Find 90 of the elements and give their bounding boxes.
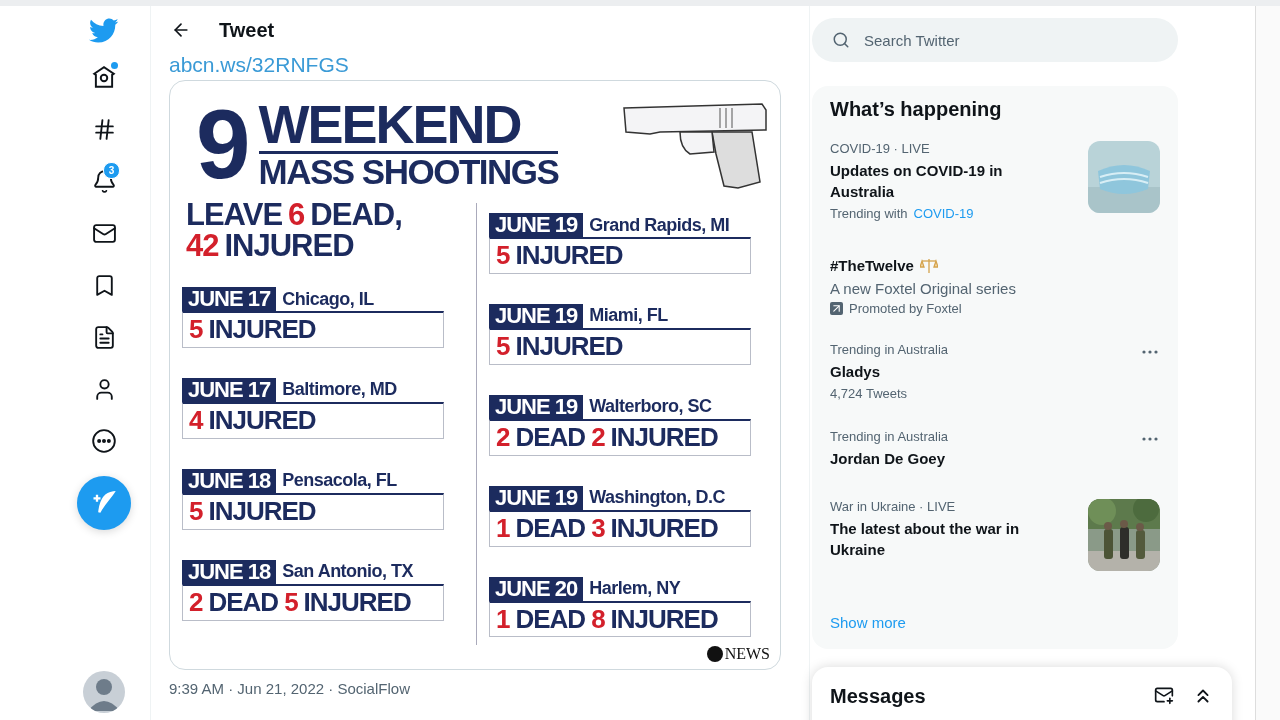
- date-label: JUNE 19: [489, 394, 584, 419]
- place-label: Harlem, NY: [589, 578, 681, 600]
- credit-label: NEWS: [724, 645, 770, 663]
- date-label: JUNE 19: [489, 213, 584, 237]
- page-title: Tweet: [219, 18, 275, 42]
- count-label: 5: [189, 315, 203, 345]
- summary-label: INJURED: [224, 230, 354, 261]
- trend-title[interactable]: Gladys: [830, 361, 949, 382]
- trend-title[interactable]: The latest about the war in Ukraine: [830, 518, 1060, 560]
- date-label: JUNE 19: [489, 485, 584, 510]
- count-label: 5: [284, 587, 298, 618]
- outcome-label: DEAD: [515, 513, 586, 544]
- place-label: Baltimore, MD: [282, 379, 397, 401]
- new-message-icon: [1154, 685, 1174, 705]
- trend-description: A new Foxtel Original series: [830, 280, 1016, 297]
- trend-context: Trending in Australia: [830, 342, 949, 357]
- date-label: JUNE 19: [489, 303, 584, 328]
- count-label: 2: [496, 422, 510, 453]
- place-label: Chicago, IL: [282, 288, 374, 310]
- outcome-label: INJURED: [208, 405, 316, 436]
- trend-title[interactable]: Jordan De Goey: [830, 448, 949, 469]
- trend-context: COVID-19 · LIVE: [830, 141, 931, 156]
- count-label: 1: [496, 604, 510, 635]
- place-label: Pensacola, FL: [282, 470, 397, 492]
- bird-logo[interactable]: [89, 18, 119, 44]
- more-button[interactable]: [1142, 350, 1158, 354]
- date-label: JUNE 17: [182, 377, 277, 402]
- compose-button[interactable]: [77, 476, 131, 530]
- date-label: JUNE 20: [489, 576, 584, 601]
- date-label: JUNE 18: [182, 468, 277, 493]
- search-input[interactable]: Search Twitter: [862, 30, 1065, 50]
- outcome-label: INJURED: [610, 422, 718, 453]
- place-label: Grand Rapids, MI: [589, 214, 730, 236]
- subheadline: MASS SHOOTINGS: [258, 151, 559, 191]
- count-label: 2: [189, 587, 203, 618]
- count-label: 5: [496, 331, 510, 362]
- count-label: 3: [591, 513, 605, 544]
- headline-number: 9: [196, 95, 247, 193]
- ellipsis-icon: [1142, 350, 1158, 354]
- scrollbar[interactable]: [1255, 6, 1280, 720]
- outcome-label: INJURED: [515, 241, 623, 271]
- outcome-label: INJURED: [610, 604, 718, 635]
- trend-title[interactable]: #TheTwelve: [830, 255, 914, 276]
- network-logo: [706, 646, 723, 662]
- trend-context: War in Ukraine · LIVE: [830, 499, 957, 514]
- count-label: 5: [189, 496, 203, 527]
- count-label: 6: [288, 199, 305, 230]
- place-label: Miami, FL: [589, 305, 668, 327]
- date-label: JUNE 18: [182, 559, 277, 584]
- search-field[interactable]: Search Twitter: [812, 18, 1178, 62]
- new-message-button[interactable]: [1154, 685, 1174, 705]
- promoted-icon: [830, 302, 843, 315]
- summary-label: LEAVE: [186, 199, 283, 230]
- count-label: 5: [496, 241, 510, 271]
- trending-with-label: Trending with: [830, 206, 908, 221]
- home-icon: [91, 64, 117, 90]
- notifications-icon: [91, 168, 117, 194]
- outcome-label: INJURED: [208, 315, 316, 345]
- outcome-label: INJURED: [610, 513, 718, 544]
- outcome-label: DEAD: [515, 604, 586, 635]
- ellipsis-icon: [1142, 437, 1158, 441]
- more-button[interactable]: [1142, 437, 1158, 441]
- date-label: JUNE 17: [182, 287, 277, 311]
- trend-context: Trending in Australia: [830, 429, 949, 444]
- scales-icon: [919, 257, 938, 274]
- place-label: Washington, D.C: [589, 487, 726, 509]
- place-label: Walterboro, SC: [589, 396, 712, 418]
- trend-title[interactable]: Updates on COVID-19 in Australia: [830, 160, 1060, 202]
- promoted-label: Promoted by Foxtel: [849, 301, 962, 316]
- summary-label: DEAD,: [310, 199, 402, 230]
- search-icon: [832, 31, 850, 49]
- avatar[interactable]: [83, 671, 125, 713]
- outcome-label: DEAD: [208, 587, 279, 618]
- headline: WEEKEND: [258, 97, 522, 152]
- notification-badge: 3: [103, 162, 120, 179]
- count-label: 2: [591, 422, 605, 453]
- tweet-meta: 9:39 AM · Jun 21, 2022 · SocialFlow: [169, 680, 411, 697]
- outcome-label: INJURED: [515, 331, 623, 362]
- outcome-label: INJURED: [303, 587, 411, 618]
- count-label: 42: [186, 230, 219, 261]
- outcome-label: DEAD: [515, 422, 586, 453]
- panel-title: What’s happening: [830, 98, 1003, 121]
- place-label: San Antonio, TX: [282, 561, 414, 583]
- count-label: 8: [591, 604, 605, 635]
- more-icon: [91, 428, 117, 454]
- tweet-count: 4,724 Tweets: [830, 386, 909, 401]
- count-label: 4: [189, 405, 203, 436]
- count-label: 1: [496, 513, 510, 544]
- outcome-label: INJURED: [208, 496, 316, 527]
- dock-title: Messages: [830, 685, 927, 708]
